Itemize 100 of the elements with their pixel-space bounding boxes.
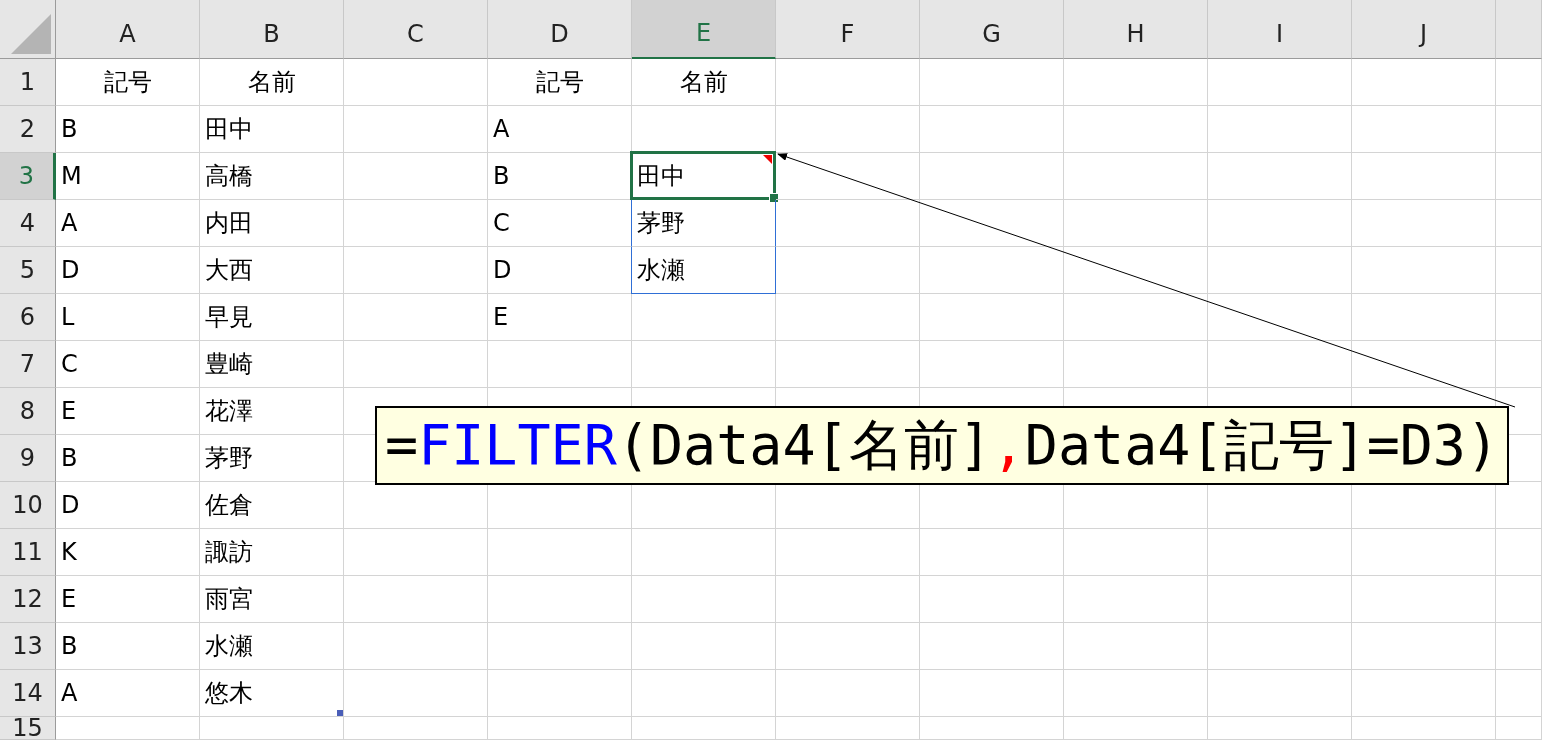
empty-cell[interactable] bbox=[1064, 576, 1208, 623]
column-heading[interactable]: 記号 bbox=[488, 59, 632, 106]
empty-cell[interactable] bbox=[920, 717, 1064, 740]
empty-cell[interactable] bbox=[1352, 529, 1496, 576]
symbol-cell[interactable]: A bbox=[56, 200, 200, 247]
empty-cell[interactable] bbox=[1352, 59, 1496, 106]
empty-cell[interactable] bbox=[1208, 529, 1352, 576]
empty-cell[interactable] bbox=[1064, 529, 1208, 576]
name-cell[interactable]: 佐倉 bbox=[200, 482, 344, 529]
empty-cell[interactable] bbox=[776, 717, 920, 740]
empty-cell[interactable] bbox=[1352, 576, 1496, 623]
empty-cell[interactable] bbox=[1208, 59, 1352, 106]
empty-cell[interactable] bbox=[488, 576, 632, 623]
symbol-cell[interactable]: D bbox=[56, 482, 200, 529]
symbol-cell[interactable]: A bbox=[56, 670, 200, 717]
name-cell[interactable]: 大西 bbox=[200, 247, 344, 294]
empty-cell[interactable] bbox=[344, 106, 488, 153]
empty-cell[interactable] bbox=[776, 153, 920, 200]
empty-cell[interactable] bbox=[488, 670, 632, 717]
empty-cell[interactable] bbox=[1496, 200, 1542, 247]
empty-cell[interactable] bbox=[200, 717, 344, 740]
name-cell[interactable]: 雨宮 bbox=[200, 576, 344, 623]
empty-cell[interactable] bbox=[632, 717, 776, 740]
empty-cell[interactable] bbox=[344, 717, 488, 740]
row-header[interactable]: 10 bbox=[0, 482, 56, 529]
empty-cell[interactable] bbox=[344, 153, 488, 200]
symbol-cell[interactable]: M bbox=[56, 153, 200, 200]
empty-cell[interactable] bbox=[776, 59, 920, 106]
empty-cell[interactable] bbox=[1064, 341, 1208, 388]
row-header[interactable]: 15 bbox=[0, 717, 56, 740]
empty-cell[interactable] bbox=[920, 294, 1064, 341]
row-header[interactable]: 2 bbox=[0, 106, 56, 153]
symbol-cell[interactable]: D bbox=[56, 247, 200, 294]
empty-cell[interactable] bbox=[1208, 294, 1352, 341]
empty-cell[interactable] bbox=[488, 529, 632, 576]
empty-cell[interactable] bbox=[1496, 623, 1542, 670]
row-header[interactable]: 6 bbox=[0, 294, 56, 341]
empty-cell[interactable] bbox=[1352, 670, 1496, 717]
empty-cell[interactable] bbox=[632, 341, 776, 388]
symbol-cell[interactable]: L bbox=[56, 294, 200, 341]
name-cell[interactable]: 茅野 bbox=[200, 435, 344, 482]
empty-cell[interactable] bbox=[1064, 294, 1208, 341]
empty-cell[interactable] bbox=[488, 717, 632, 740]
name-cell[interactable]: 高橋 bbox=[200, 153, 344, 200]
name-cell[interactable]: 悠木 bbox=[200, 670, 344, 717]
empty-cell[interactable] bbox=[1352, 341, 1496, 388]
empty-cell[interactable] bbox=[632, 670, 776, 717]
empty-cell[interactable] bbox=[1496, 670, 1542, 717]
name-cell[interactable]: 水瀬 bbox=[200, 623, 344, 670]
empty-cell[interactable] bbox=[1496, 717, 1542, 740]
empty-cell[interactable] bbox=[776, 623, 920, 670]
empty-cell[interactable] bbox=[1208, 576, 1352, 623]
symbol-cell[interactable]: A bbox=[488, 106, 632, 153]
name-cell[interactable]: 諏訪 bbox=[200, 529, 344, 576]
column-header[interactable]: A bbox=[56, 0, 200, 59]
empty-cell[interactable] bbox=[632, 294, 776, 341]
name-cell[interactable]: 豊崎 bbox=[200, 341, 344, 388]
column-header[interactable] bbox=[1496, 0, 1542, 59]
empty-cell[interactable] bbox=[1064, 200, 1208, 247]
empty-cell[interactable] bbox=[920, 623, 1064, 670]
symbol-cell[interactable]: B bbox=[56, 435, 200, 482]
empty-cell[interactable] bbox=[776, 200, 920, 247]
empty-cell[interactable] bbox=[1208, 341, 1352, 388]
empty-cell[interactable] bbox=[1064, 717, 1208, 740]
empty-cell[interactable] bbox=[1496, 576, 1542, 623]
empty-cell[interactable] bbox=[1352, 106, 1496, 153]
symbol-cell[interactable]: C bbox=[488, 200, 632, 247]
empty-cell[interactable] bbox=[920, 59, 1064, 106]
empty-cell[interactable] bbox=[1496, 294, 1542, 341]
column-header[interactable]: E bbox=[632, 0, 776, 59]
name-cell[interactable]: 田中 bbox=[200, 106, 344, 153]
row-header[interactable]: 13 bbox=[0, 623, 56, 670]
empty-cell[interactable] bbox=[488, 341, 632, 388]
result-cell[interactable]: 田中 bbox=[630, 151, 776, 200]
column-header[interactable]: B bbox=[200, 0, 344, 59]
symbol-cell[interactable]: E bbox=[56, 388, 200, 435]
row-header[interactable]: 9 bbox=[0, 435, 56, 482]
empty-cell[interactable] bbox=[1064, 670, 1208, 717]
symbol-cell[interactable]: B bbox=[56, 106, 200, 153]
column-header[interactable]: C bbox=[344, 0, 488, 59]
empty-cell[interactable] bbox=[1352, 717, 1496, 740]
empty-cell[interactable] bbox=[1496, 529, 1542, 576]
empty-cell[interactable] bbox=[776, 106, 920, 153]
empty-cell[interactable] bbox=[1352, 247, 1496, 294]
empty-cell[interactable] bbox=[920, 247, 1064, 294]
column-heading[interactable]: 名前 bbox=[200, 59, 344, 106]
empty-cell[interactable] bbox=[488, 623, 632, 670]
empty-cell[interactable] bbox=[344, 200, 488, 247]
empty-cell[interactable] bbox=[776, 341, 920, 388]
column-header[interactable]: F bbox=[776, 0, 920, 59]
empty-cell[interactable] bbox=[344, 247, 488, 294]
row-header[interactable]: 12 bbox=[0, 576, 56, 623]
symbol-cell[interactable]: E bbox=[56, 576, 200, 623]
empty-cell[interactable] bbox=[1064, 153, 1208, 200]
empty-cell[interactable] bbox=[920, 341, 1064, 388]
column-header[interactable]: G bbox=[920, 0, 1064, 59]
name-cell[interactable]: 花澤 bbox=[200, 388, 344, 435]
empty-cell[interactable] bbox=[344, 294, 488, 341]
select-all-button[interactable] bbox=[0, 0, 56, 59]
empty-cell[interactable] bbox=[1496, 247, 1542, 294]
